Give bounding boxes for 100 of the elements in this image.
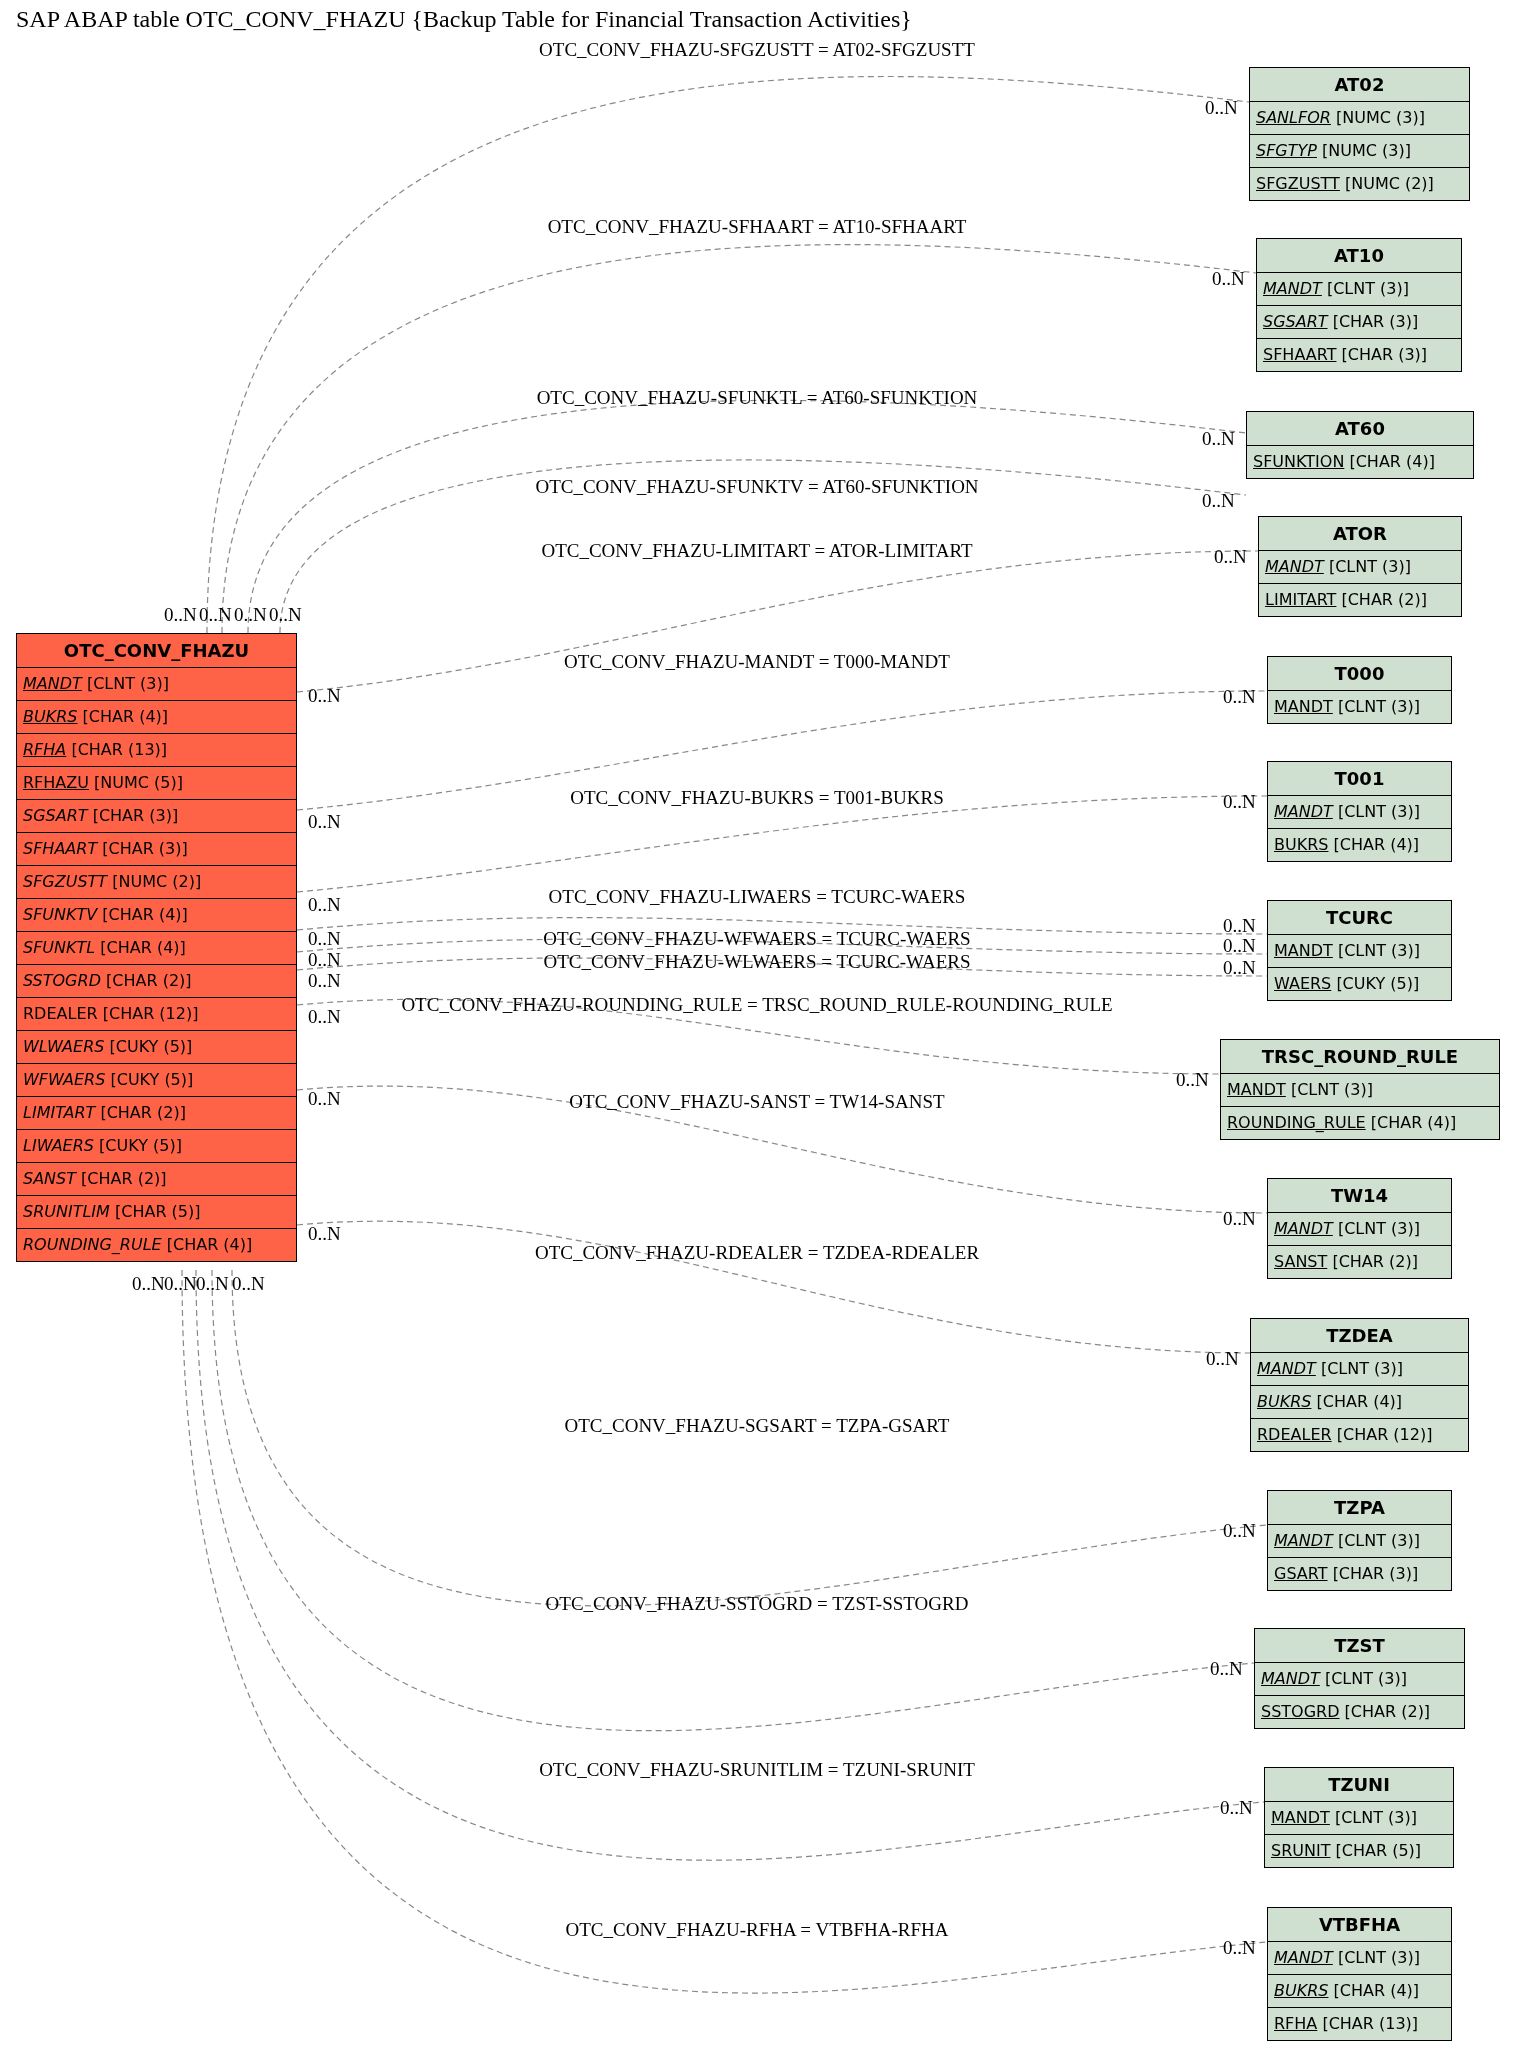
field-row: WLWAERS [CUKY (5)] xyxy=(17,1031,296,1064)
cardinality-label: 0..N xyxy=(196,1273,229,1294)
table-header: T001 xyxy=(1268,762,1451,796)
cardinality-label: 0..N xyxy=(308,685,341,706)
cardinality-label: 0..N xyxy=(1202,490,1235,511)
field-row-text: LIMITART [CHAR (2)] xyxy=(1264,589,1428,611)
cardinality-label: 0..N xyxy=(1176,1069,1209,1090)
cardinality-label: 0..N xyxy=(269,604,302,625)
field-row: LIWAERS [CUKY (5)] xyxy=(17,1130,296,1163)
cardinality-label: 0..N xyxy=(1214,546,1247,567)
relation-label: OTC_CONV_FHAZU-BUKRS = T001-BUKRS xyxy=(570,787,944,809)
cardinality-label: 0..N xyxy=(308,1223,341,1244)
field-row: LIMITART [CHAR (2)] xyxy=(17,1097,296,1130)
relation-label: OTC_CONV_FHAZU-SSTOGRD = TZST-SSTOGRD xyxy=(545,1593,969,1615)
table-header: TZPA xyxy=(1268,1491,1451,1525)
field-row-text: ROUNDING_RULE [CHAR (4)] xyxy=(22,1234,254,1256)
field-row: MANDT [CLNT (3)] xyxy=(1251,1353,1468,1386)
cardinality-label: 0..N xyxy=(1223,791,1256,812)
field-row-text: RFHA [CHAR (13)] xyxy=(1273,2013,1420,2035)
field-row: BUKRS [CHAR (4)] xyxy=(17,701,296,734)
cardinality-label: 0..N xyxy=(1223,686,1256,707)
cardinality-label: 0..N xyxy=(308,811,341,832)
field-row: MANDT [CLNT (3)] xyxy=(1268,935,1451,968)
table-header: VTBFHA xyxy=(1268,1908,1451,1942)
field-row: SFGZUSTT [NUMC (2)] xyxy=(17,866,296,899)
field-row: SANST [CHAR (2)] xyxy=(17,1163,296,1196)
field-row: MANDT [CLNT (3)] xyxy=(1265,1802,1453,1835)
table-header: TZDEA xyxy=(1251,1319,1468,1353)
cardinality-label: 0..N xyxy=(132,1273,165,1294)
relation-label: OTC_CONV_FHAZU-LIMITART = ATOR-LIMITART xyxy=(541,540,973,562)
cardinality-label: 0..N xyxy=(232,1273,265,1294)
cardinality-label: 0..N xyxy=(1210,1658,1243,1679)
field-row: MANDT [CLNT (3)] xyxy=(1268,1525,1451,1558)
field-row-text: MANDT [CLNT (3)] xyxy=(1273,696,1421,718)
table-header: AT60 xyxy=(1247,412,1473,446)
relation-label: OTC_CONV_FHAZU-SFGZUSTT = AT02-SFGZUSTT xyxy=(539,39,975,61)
field-row: MANDT [CLNT (3)] xyxy=(17,668,296,701)
relation-label: OTC_CONV_FHAZU-WFWAERS = TCURC-WAERS xyxy=(543,928,971,950)
relation-label: OTC_CONV_FHAZU-WLWAERS = TCURC-WAERS xyxy=(543,951,971,973)
cardinality-label: 0..N xyxy=(164,1273,197,1294)
cardinality-label: 0..N xyxy=(308,949,341,970)
field-row: WFWAERS [CUKY (5)] xyxy=(17,1064,296,1097)
field-row: MANDT [CLNT (3)] xyxy=(1255,1663,1464,1696)
cardinality-label: 0..N xyxy=(1223,1520,1256,1541)
field-row: BUKRS [CHAR (4)] xyxy=(1251,1386,1468,1419)
relation-label: OTC_CONV_FHAZU-SFUNKTV = AT60-SFUNKTION xyxy=(535,476,979,498)
cardinality-label: 0..N xyxy=(1212,268,1245,289)
table-header: TZST xyxy=(1255,1629,1464,1663)
cardinality-label: 0..N xyxy=(308,1088,341,1109)
field-row: BUKRS [CHAR (4)] xyxy=(1268,1975,1451,2008)
relation-label: OTC_CONV_FHAZU-SGSART = TZPA-GSART xyxy=(564,1415,950,1437)
cardinality-label: 0..N xyxy=(1223,1937,1256,1958)
relation-label: OTC_CONV_FHAZU-SFUNKTL = AT60-SFUNKTION xyxy=(536,387,978,409)
table-header: TW14 xyxy=(1268,1179,1451,1213)
field-row-text: GSART [CHAR (3)] xyxy=(1273,1563,1420,1585)
field-row-text: BUKRS [CHAR (4)] xyxy=(1273,834,1421,856)
cardinality-label: 0..N xyxy=(1223,957,1256,978)
relation-label: OTC_CONV_FHAZU-LIWAERS = TCURC-WAERS xyxy=(548,886,966,908)
relation-label: OTC_CONV_FHAZU-SRUNITLIM = TZUNI-SRUNIT xyxy=(539,1759,975,1781)
field-row: MANDT [CLNT (3)] xyxy=(1268,796,1451,829)
field-row-text: RDEALER [CHAR (12)] xyxy=(1256,1424,1434,1446)
field-row: MANDT [CLNT (3)] xyxy=(1268,1213,1451,1246)
relation-label: OTC_CONV_FHAZU-SFHAART = AT10-SFHAART xyxy=(547,216,967,238)
field-row-text: SFHAART [CHAR (3)] xyxy=(1262,344,1429,366)
table-header: TZUNI xyxy=(1265,1768,1453,1802)
field-row: SFUNKTL [CHAR (4)] xyxy=(17,932,296,965)
field-row-text: SFUNKTION [CHAR (4)] xyxy=(1252,451,1436,473)
field-row-text: SANST [CHAR (2)] xyxy=(1273,1251,1419,1273)
cardinality-label: 0..N xyxy=(308,928,341,949)
relation-label: OTC_CONV_FHAZU-MANDT = T000-MANDT xyxy=(564,651,950,673)
field-row: SGSART [CHAR (3)] xyxy=(17,800,296,833)
field-row: RFHAZU [NUMC (5)] xyxy=(17,767,296,800)
relation-label: OTC_CONV_FHAZU-RDEALER = TZDEA-RDEALER xyxy=(534,1242,980,1264)
cardinality-label: 0..N xyxy=(199,604,232,625)
cardinality-label: 0..N xyxy=(1220,1797,1253,1818)
table-header: OTC_CONV_FHAZU xyxy=(17,634,296,668)
field-row: SFUNKTV [CHAR (4)] xyxy=(17,899,296,932)
table-header: AT10 xyxy=(1257,239,1461,273)
relation-label: OTC_CONV_FHAZU-RFHA = VTBFHA-RFHA xyxy=(565,1919,949,1941)
field-row: SANLFOR [NUMC (3)] xyxy=(1250,102,1469,135)
diagram-title: SAP ABAP table OTC_CONV_FHAZU {Backup Table for Financial Transaction Activities} xyxy=(16,6,912,33)
cardinality-label: 0..N xyxy=(1202,428,1235,449)
cardinality-label: 0..N xyxy=(308,894,341,915)
field-row: SFGTYP [NUMC (3)] xyxy=(1250,135,1469,168)
table-header: TRSC_ROUND_RULE xyxy=(1221,1040,1499,1074)
field-row-text: SRUNIT [CHAR (5)] xyxy=(1270,1840,1423,1862)
field-row: SFHAART [CHAR (3)] xyxy=(17,833,296,866)
field-row-text: SFGZUSTT [NUMC (2)] xyxy=(1255,173,1435,195)
table-header: T000 xyxy=(1268,657,1451,691)
cardinality-label: 0..N xyxy=(1205,97,1238,118)
cardinality-label: 0..N xyxy=(234,604,267,625)
cardinality-label: 0..N xyxy=(1223,915,1256,936)
field-row: SGSART [CHAR (3)] xyxy=(1257,306,1461,339)
field-row-text: ROUNDING_RULE [CHAR (4)] xyxy=(1226,1112,1458,1134)
cardinality-label: 0..N xyxy=(164,604,197,625)
cardinality-label: 0..N xyxy=(308,1006,341,1027)
table-header: ATOR xyxy=(1259,517,1461,551)
field-row: MANDT [CLNT (3)] xyxy=(1257,273,1461,306)
table-header: TCURC xyxy=(1268,901,1451,935)
field-row: SRUNITLIM [CHAR (5)] xyxy=(17,1196,296,1229)
